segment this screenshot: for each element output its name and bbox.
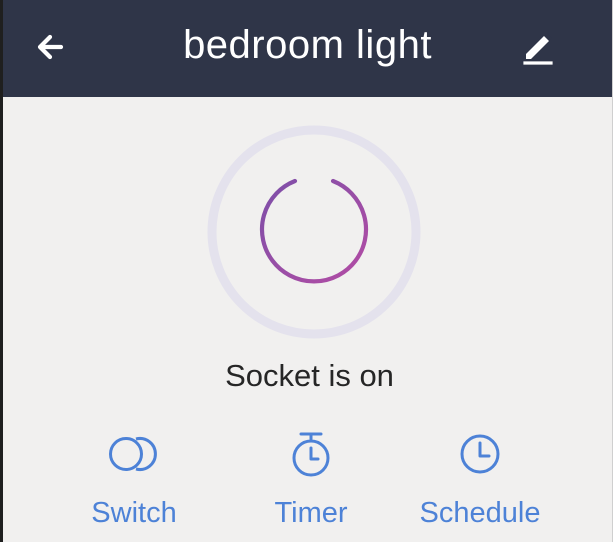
edit-button[interactable] bbox=[514, 26, 560, 72]
timer-icon bbox=[280, 425, 342, 483]
power-icon bbox=[207, 125, 421, 339]
schedule-label: Schedule bbox=[419, 497, 541, 529]
timer-action[interactable]: Timer bbox=[236, 422, 386, 537]
device-title: bedroom light bbox=[183, 23, 432, 67]
clock-icon bbox=[449, 425, 511, 483]
socket-control-screen: bedroom light Socket is on Switch Timer … bbox=[0, 0, 613, 542]
switch-label: Switch bbox=[91, 497, 177, 529]
pencil-icon bbox=[515, 25, 559, 74]
power-toggle-button[interactable] bbox=[204, 122, 424, 342]
switch-action[interactable]: Switch bbox=[59, 422, 209, 537]
back-button[interactable] bbox=[27, 26, 73, 72]
back-arrow-icon bbox=[33, 30, 67, 69]
switch-icon bbox=[103, 425, 165, 483]
timer-label: Timer bbox=[274, 497, 348, 529]
top-bar: bedroom light bbox=[3, 0, 612, 97]
socket-status-text: Socket is on bbox=[225, 358, 394, 393]
schedule-action[interactable]: Schedule bbox=[405, 422, 555, 537]
